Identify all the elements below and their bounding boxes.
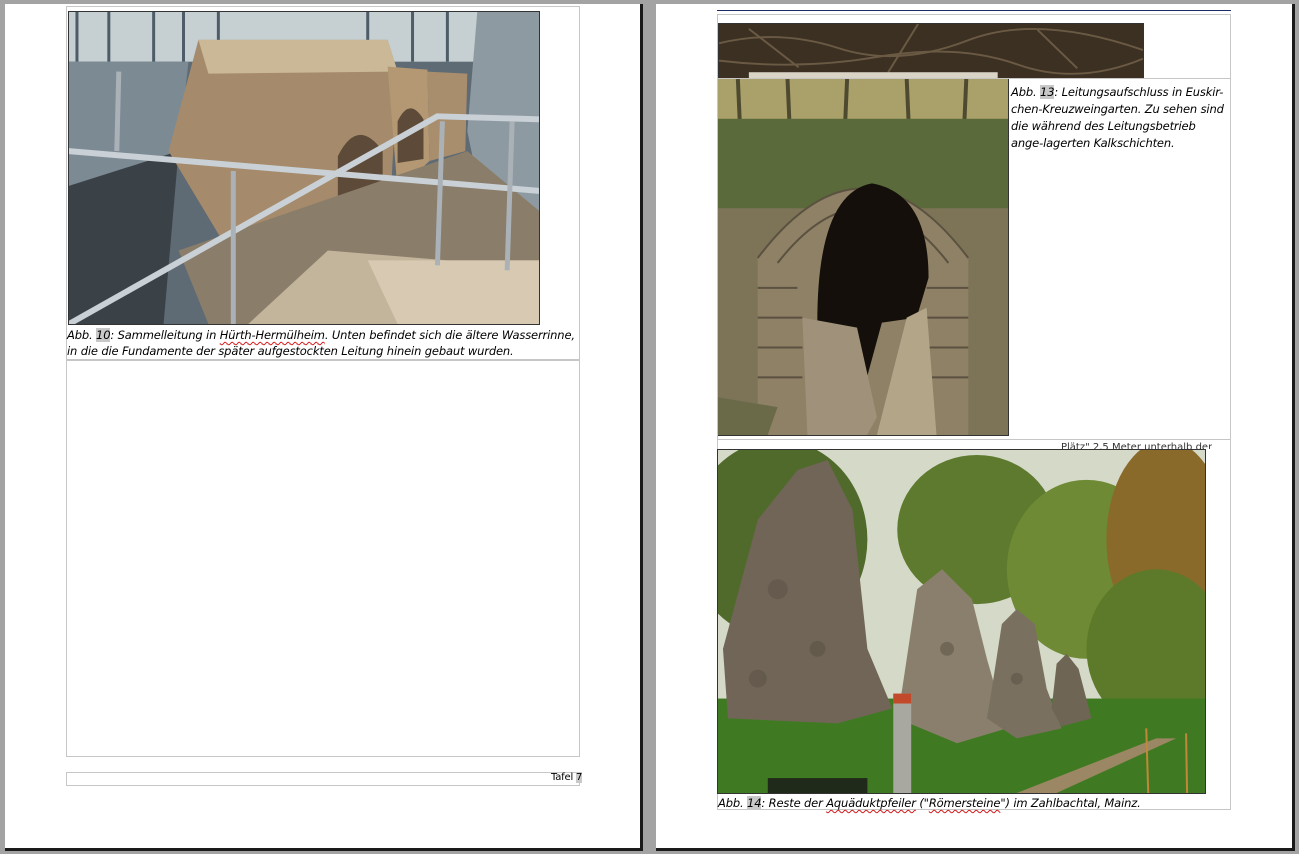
figure10-caption: Abb. 10: Sammelleitung in Hürth-Hermülhe… [67,327,582,359]
figure14-text-c: ") im Zahlbachtal, Mainz. [1000,796,1141,810]
figure14-caption: Abb. 14: Reste der Aquäduktpfeiler ("Röm… [718,795,1230,811]
figure10-text-a: Sammelleitung in [114,328,220,342]
roman-pillars-photo[interactable] [717,449,1206,794]
header-rule [717,10,1231,11]
figure10-number: 10 [96,328,111,342]
figure14-abbr: Abb. [718,796,744,810]
figure14-word1: Aquäduktpfeiler [826,796,916,810]
figure14-number: 14 [747,796,762,810]
document-page-left: Abb. 10: Sammelleitung in Hürth-Hermülhe… [5,4,643,851]
figure10-abbr: Abb. [67,328,93,342]
figure10-place: Hürth-Hermülheim [219,328,325,342]
forest-floor-photo[interactable] [718,23,1144,79]
figure14-text-b: (" [915,796,929,810]
footer-page-number: 7 [576,772,583,783]
text-area-frame [66,360,580,757]
document-page-right: Abb. 13: Leitungsaufschluss in Euskir-ch… [656,4,1295,851]
aqueduct-ruin-photo[interactable] [68,11,540,325]
page-footer: Tafel 7 [551,772,582,783]
figure14-text-a: Reste der [765,796,827,810]
hidden-line-fragment: Plätz" 2,5 Meter unterhalb der [1061,442,1213,449]
footer-frame [66,772,580,786]
figure13-frame [717,78,1231,440]
figure14-word2: Römersteine [928,796,1001,810]
footer-label: Tafel [551,772,577,783]
